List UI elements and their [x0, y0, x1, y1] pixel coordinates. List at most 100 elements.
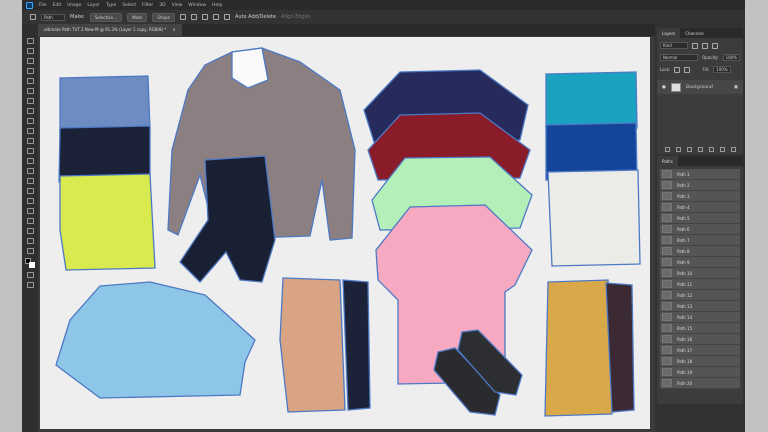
- path-row[interactable]: Path 7: [660, 235, 740, 246]
- mask-button[interactable]: Mask: [127, 12, 148, 22]
- document-tab[interactable]: ultimate Path TUT 2 New-M @ 91.3% (Layer…: [38, 24, 182, 36]
- brush-tool-icon[interactable]: [26, 118, 34, 124]
- path-alignment-icon[interactable]: [190, 14, 197, 20]
- eyedropper-tool-icon[interactable]: [26, 98, 34, 104]
- path-arrangement-icon[interactable]: [201, 14, 208, 20]
- pen-tool-icon[interactable]: [26, 188, 34, 194]
- white-collar: [231, 47, 269, 89]
- path-row[interactable]: Path 15: [660, 323, 740, 334]
- quick-select-tool-icon[interactable]: [26, 68, 34, 74]
- screen-mode-icon[interactable]: [26, 282, 34, 288]
- layer-row-background[interactable]: ● Background ▣: [657, 80, 743, 94]
- history-brush-tool-icon[interactable]: [26, 138, 34, 144]
- filter-pixel-icon[interactable]: [692, 42, 698, 49]
- new-group-icon[interactable]: [708, 147, 714, 152]
- document-canvas[interactable]: [40, 37, 650, 429]
- path-row[interactable]: Path 1: [660, 169, 740, 180]
- menu-edit[interactable]: Edit: [53, 3, 62, 8]
- pen-tool-icon[interactable]: [30, 14, 36, 20]
- new-layer-icon[interactable]: [719, 147, 725, 152]
- healing-tool-icon[interactable]: [26, 108, 34, 114]
- menu-3d[interactable]: 3D: [159, 3, 165, 8]
- menu-filter[interactable]: Filter: [142, 3, 153, 8]
- menu-window[interactable]: Window: [188, 3, 206, 8]
- toolbar: [22, 24, 38, 432]
- crop-tool-icon[interactable]: [26, 78, 34, 84]
- photoshop-logo-icon: [26, 1, 33, 9]
- path-row[interactable]: Path 3: [660, 191, 740, 202]
- type-tool-icon[interactable]: [26, 198, 34, 204]
- tab-paths[interactable]: Paths: [657, 156, 678, 166]
- path-row[interactable]: Path 16: [660, 334, 740, 345]
- menu-file[interactable]: File: [39, 3, 47, 8]
- blend-mode-select[interactable]: Normal: [660, 54, 699, 61]
- fx-icon[interactable]: [675, 147, 681, 152]
- menu-select[interactable]: Select: [122, 3, 136, 8]
- auto-add-delete-label: Auto Add/Delete: [234, 14, 276, 20]
- more-tools-icon[interactable]: [26, 248, 34, 254]
- path-row[interactable]: Path 4: [660, 202, 740, 213]
- path-row[interactable]: Path 6: [660, 224, 740, 235]
- path-row[interactable]: Path 10: [660, 268, 740, 279]
- quick-mask-icon[interactable]: [26, 272, 34, 278]
- layer-kind-filter[interactable]: Kind: [660, 42, 688, 49]
- tool-mode-select[interactable]: Path: [41, 13, 65, 21]
- clone-stamp-tool-icon[interactable]: [26, 128, 34, 134]
- lasso-tool-icon[interactable]: [26, 58, 34, 64]
- hand-tool-icon[interactable]: [26, 228, 34, 234]
- path-name: Path 6: [677, 226, 690, 232]
- menu-image[interactable]: Image: [67, 3, 81, 8]
- path-row[interactable]: Path 12: [660, 290, 740, 301]
- path-row[interactable]: Path 14: [660, 312, 740, 323]
- path-selection-tool-icon[interactable]: [26, 208, 34, 214]
- shape-button[interactable]: Shape: [152, 12, 175, 22]
- color-swatches[interactable]: [25, 258, 35, 268]
- path-row[interactable]: Path 9: [660, 257, 740, 268]
- tab-layers[interactable]: Layers: [657, 28, 681, 38]
- path-operations-icon[interactable]: [179, 14, 186, 20]
- opacity-field[interactable]: 100%: [722, 54, 740, 61]
- auto-add-delete-checkbox[interactable]: [223, 14, 230, 20]
- path-row[interactable]: Path 13: [660, 301, 740, 312]
- menu-type[interactable]: Type: [106, 3, 116, 8]
- frame-tool-icon[interactable]: [26, 88, 34, 94]
- khaki-shorts: [279, 277, 346, 413]
- fill-field[interactable]: 100%: [713, 66, 731, 73]
- adjustment-layer-icon[interactable]: [697, 147, 703, 152]
- tab-channels[interactable]: Channels: [680, 28, 709, 38]
- gradient-tool-icon[interactable]: [26, 158, 34, 164]
- lock-position-icon[interactable]: [684, 66, 691, 73]
- filter-adjustment-icon[interactable]: [702, 42, 708, 49]
- navy-shorts: [342, 279, 371, 411]
- menu-help[interactable]: Help: [212, 3, 222, 8]
- path-row[interactable]: Path 18: [660, 356, 740, 367]
- zoom-tool-icon[interactable]: [26, 238, 34, 244]
- lock-pixels-icon[interactable]: [674, 66, 681, 73]
- blur-tool-icon[interactable]: [26, 168, 34, 174]
- path-thumbnail: [662, 368, 672, 376]
- menu-layer[interactable]: Layer: [87, 3, 100, 8]
- marquee-tool-icon[interactable]: [26, 48, 34, 54]
- dodge-tool-icon[interactable]: [26, 178, 34, 184]
- path-row[interactable]: Path 2: [660, 180, 740, 191]
- path-row[interactable]: Path 19: [660, 367, 740, 378]
- close-tab-icon[interactable]: ×: [172, 27, 175, 33]
- eraser-tool-icon[interactable]: [26, 148, 34, 154]
- align-edges-label[interactable]: Align Edges: [281, 14, 310, 20]
- add-mask-icon[interactable]: [686, 147, 692, 152]
- rectangle-tool-icon[interactable]: [26, 218, 34, 224]
- filter-type-icon[interactable]: [712, 42, 718, 49]
- path-row[interactable]: Path 5: [660, 213, 740, 224]
- gear-icon[interactable]: [212, 14, 219, 20]
- link-layers-icon[interactable]: [664, 147, 670, 152]
- eye-icon[interactable]: ●: [662, 85, 666, 90]
- path-row[interactable]: Path 8: [660, 246, 740, 257]
- selection-button[interactable]: Selection...: [89, 12, 123, 22]
- path-row[interactable]: Path 17: [660, 345, 740, 356]
- path-row[interactable]: Path 11: [660, 279, 740, 290]
- path-row[interactable]: Path 20: [660, 378, 740, 389]
- menu-view[interactable]: View: [172, 3, 183, 8]
- trash-icon[interactable]: [730, 147, 736, 152]
- move-tool-icon[interactable]: [26, 38, 34, 44]
- canvas-area[interactable]: [38, 36, 658, 432]
